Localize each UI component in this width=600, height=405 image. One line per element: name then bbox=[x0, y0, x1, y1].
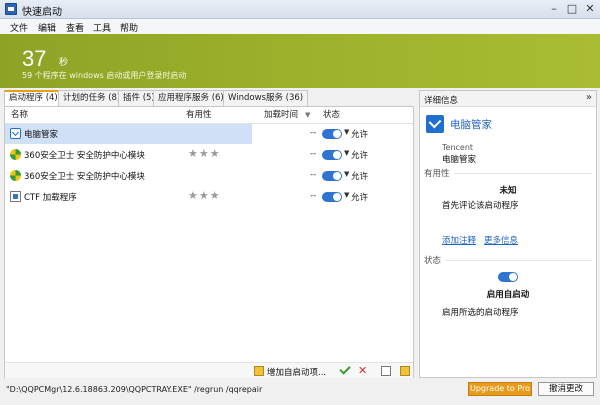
column-name[interactable]: 名称 bbox=[11, 107, 28, 123]
status-toggle[interactable] bbox=[322, 171, 342, 181]
app-icon bbox=[5, 3, 17, 15]
status-toggle[interactable] bbox=[322, 129, 342, 139]
window-title: 快速启动 bbox=[22, 7, 62, 18]
status-dropdown-icon[interactable]: ▼ bbox=[344, 149, 349, 157]
column-load-time[interactable]: 加载时间 bbox=[264, 107, 298, 123]
status-label: 允许 bbox=[351, 151, 369, 161]
add-item-icon[interactable] bbox=[254, 366, 264, 376]
ctf-icon bbox=[10, 191, 21, 202]
column-status[interactable]: 状态 bbox=[323, 107, 340, 123]
status-dropdown-icon[interactable]: ▼ bbox=[344, 128, 349, 136]
minimize-button[interactable]: – bbox=[548, 3, 560, 15]
load-time: -- bbox=[310, 128, 317, 138]
tab-windows-services[interactable]: Windows服务 (36) bbox=[223, 90, 309, 106]
menu-help[interactable]: 帮助 bbox=[120, 21, 138, 34]
sort-arrow-icon: ▼ bbox=[305, 111, 311, 119]
column-usefulness[interactable]: 有用性 bbox=[186, 107, 212, 123]
title-bar: 快速启动 – □ ✕ bbox=[0, 0, 600, 19]
upgrade-button[interactable]: Upgrade to Pro bbox=[468, 382, 532, 396]
table-row-cells[interactable]: -- ▼ 允许 bbox=[5, 124, 413, 144]
details-panel: 详细信息 » 电脑管家 Tencent 电脑管家 有用性 未知 首先评论该启动程… bbox=[419, 90, 597, 378]
status-dropdown-icon[interactable]: ▼ bbox=[344, 170, 349, 178]
menu-file[interactable]: 文件 bbox=[10, 21, 28, 34]
360-icon bbox=[10, 149, 21, 160]
360-icon bbox=[10, 170, 21, 181]
details-vendor: Tencent bbox=[442, 143, 474, 152]
add-startup-item-button[interactable]: 增加自启动项... bbox=[267, 366, 326, 378]
command-line: "D:\QQPCMgr\12.6.18863.209\QQPCTRAY.EXE"… bbox=[6, 385, 263, 394]
status-toggle[interactable] bbox=[322, 192, 342, 202]
boot-time-unit: 秒 bbox=[59, 58, 69, 68]
details-app-name: 电脑管家 bbox=[450, 119, 492, 131]
boot-time-value: 37 bbox=[22, 46, 47, 71]
status-dropdown-icon[interactable]: ▼ bbox=[344, 191, 349, 199]
status-label: 允许 bbox=[351, 193, 369, 203]
section-divider bbox=[454, 173, 592, 174]
delete-icon[interactable]: ✕ bbox=[358, 365, 368, 376]
usefulness-value: 未知 bbox=[499, 186, 517, 196]
program-name: CTF 加载程序 bbox=[24, 193, 77, 203]
program-name: 360安全卫士 安全防护中心模块 bbox=[24, 172, 145, 182]
load-time: -- bbox=[310, 170, 317, 180]
status-value: 启用自启动 bbox=[486, 290, 530, 300]
maximize-button[interactable]: □ bbox=[566, 3, 578, 15]
collapse-panel-icon[interactable]: » bbox=[586, 92, 592, 103]
undo-changes-button[interactable]: 撤消更改 bbox=[538, 382, 594, 396]
qq-shield-icon bbox=[426, 115, 444, 133]
details-product: 电脑管家 bbox=[442, 155, 477, 165]
details-header: 详细信息 » bbox=[420, 91, 596, 107]
load-time: -- bbox=[310, 149, 317, 159]
section-divider bbox=[446, 260, 592, 261]
banner-description: 59 个程序在 windows 启动或用户登录时启动 bbox=[22, 71, 187, 80]
boot-time-banner: 37 秒 59 个程序在 windows 启动或用户登录时启动 bbox=[0, 34, 600, 88]
category-tabs: 启动程序 (4) 计划的任务 (8) 插件 (5) 应用程序服务 (6) Win… bbox=[4, 90, 414, 106]
menu-edit[interactable]: 编辑 bbox=[38, 21, 56, 34]
menu-tools[interactable]: 工具 bbox=[93, 21, 111, 34]
usefulness-section-label: 有用性 bbox=[424, 169, 450, 179]
menu-bar: 文件 编辑 查看 工具 帮助 bbox=[0, 19, 600, 34]
table-row[interactable]: 360安全卫士 安全防护中心模块 ★★★ -- ▼ 允许 bbox=[5, 145, 413, 165]
autostart-toggle[interactable] bbox=[498, 272, 518, 282]
program-name: 360安全卫士 安全防护中心模块 bbox=[24, 151, 145, 161]
usefulness-hint: 首先评论该启动程序 bbox=[442, 201, 519, 211]
table-row[interactable]: 360安全卫士 安全防护中心模块 -- ▼ 允许 bbox=[5, 166, 413, 186]
more-info-link[interactable]: 更多信息 bbox=[484, 234, 518, 246]
status-label: 允许 bbox=[351, 130, 369, 140]
folder-icon[interactable] bbox=[400, 366, 410, 376]
menu-view[interactable]: 查看 bbox=[66, 21, 84, 34]
status-label: 允许 bbox=[351, 172, 369, 182]
check-icon[interactable] bbox=[339, 363, 351, 375]
status-bar: "D:\QQPCMgr\12.6.18863.209\QQPCTRAY.EXE"… bbox=[0, 378, 600, 405]
load-time: -- bbox=[310, 191, 317, 201]
status-section-label: 状态 bbox=[424, 256, 442, 266]
table-row[interactable]: CTF 加载程序 ★★★ -- ▼ 允许 bbox=[5, 187, 413, 207]
usefulness-stars: ★★★ bbox=[188, 147, 221, 160]
tab-scheduled-tasks[interactable]: 计划的任务 (8) bbox=[58, 90, 126, 106]
status-toggle[interactable] bbox=[322, 150, 342, 160]
startup-list: 名称 有用性 加载时间 ▼ 状态 电脑管家 -- ▼ 允许 360安全卫士 安全… bbox=[4, 106, 414, 378]
list-toolbar: 增加自启动项... ✕ bbox=[5, 362, 413, 378]
tab-app-services[interactable]: 应用程序服务 (6) bbox=[153, 90, 229, 106]
properties-icon[interactable] bbox=[381, 366, 391, 376]
add-comment-link[interactable]: 添加注释 bbox=[442, 234, 476, 246]
usefulness-stars: ★★★ bbox=[188, 189, 221, 202]
close-button[interactable]: ✕ bbox=[584, 3, 596, 15]
tab-startup-programs[interactable]: 启动程序 (4) bbox=[4, 90, 63, 106]
status-hint: 启用所选的启动程序 bbox=[442, 308, 519, 318]
details-title: 详细信息 bbox=[424, 96, 459, 106]
